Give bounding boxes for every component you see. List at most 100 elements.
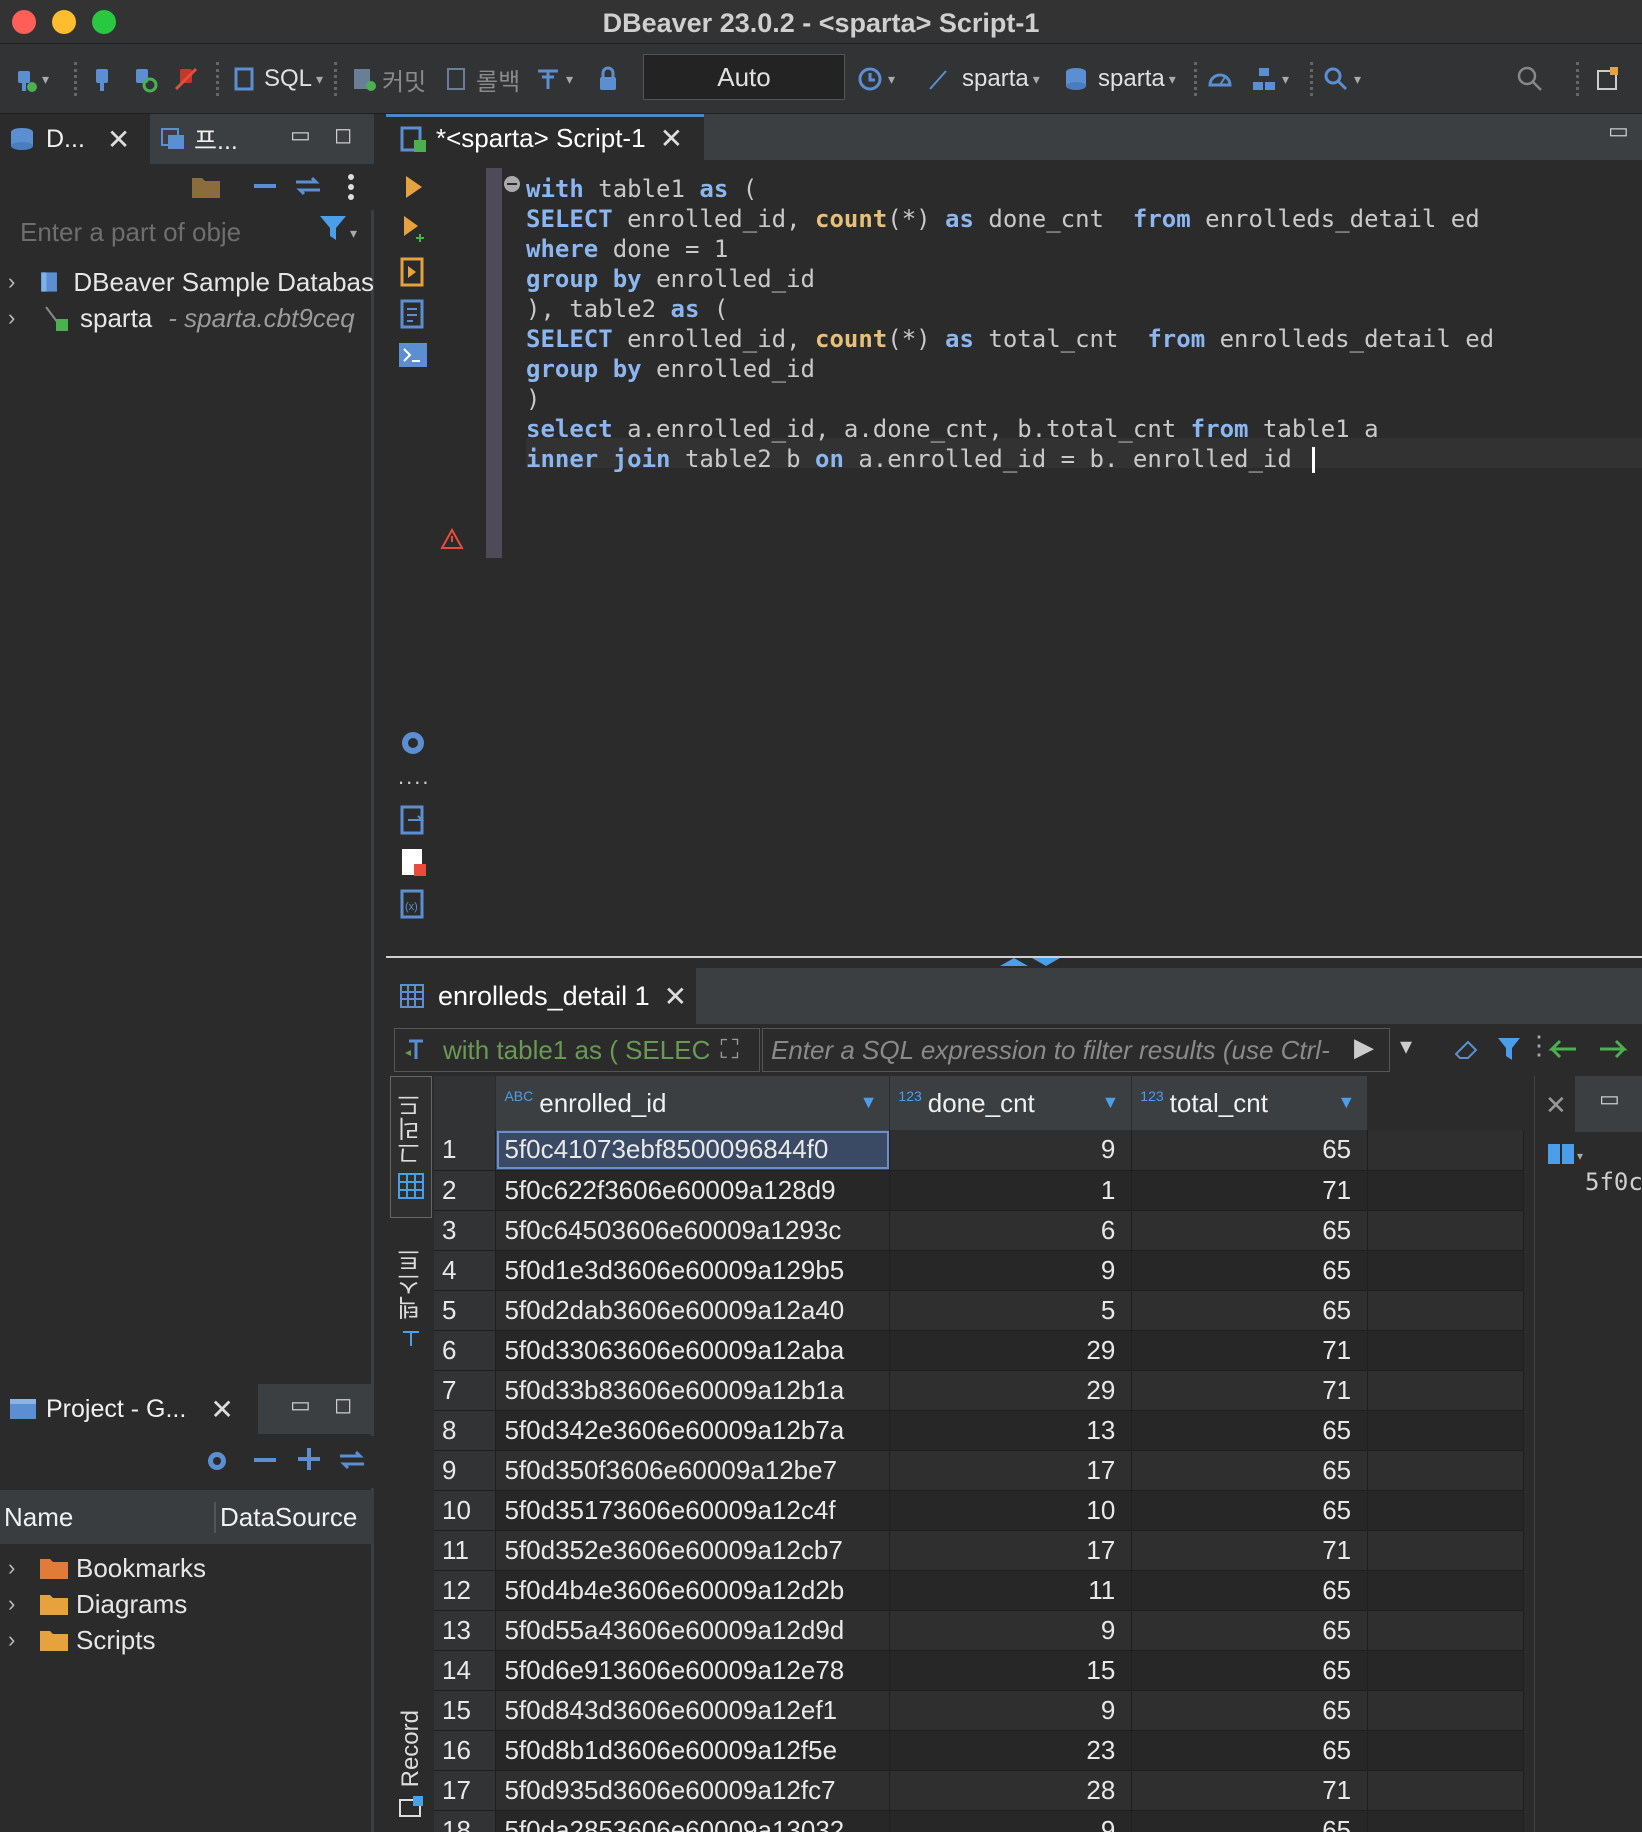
- dashboard-button[interactable]: [1206, 62, 1234, 96]
- table-row[interactable]: 13 5f0d55a43606e60009a12d9d 9 65: [434, 1610, 1524, 1651]
- cell-total-cnt[interactable]: 65: [1131, 1810, 1369, 1832]
- code-line[interactable]: select a.enrolled_id, a.done_cnt, b.tota…: [526, 414, 1494, 444]
- column-header-total-cnt[interactable]: 123 total_cnt ▼: [1131, 1076, 1369, 1130]
- project-item-bookmarks[interactable]: › Bookmarks: [0, 1550, 206, 1586]
- close-tab-icon[interactable]: ✕: [660, 122, 683, 155]
- row-number[interactable]: 7: [434, 1370, 497, 1411]
- erd-button[interactable]: ▾: [1250, 62, 1289, 96]
- table-row[interactable]: 14 5f0d6e913606e60009a12e78 15 65: [434, 1650, 1524, 1691]
- table-row[interactable]: 12 5f0d4b4e3606e60009a12d2b 11 65: [434, 1570, 1524, 1611]
- new-connection-button[interactable]: ▾: [10, 62, 49, 96]
- cell-enrolled-id[interactable]: 5f0c622f3606e60009a128d9: [495, 1170, 891, 1211]
- row-number[interactable]: 1: [434, 1130, 497, 1171]
- expand-icon[interactable]: ⛶: [720, 1034, 738, 1066]
- table-row[interactable]: 3 5f0c64503606e60009a1293c 6 65: [434, 1210, 1524, 1251]
- minimize-icon[interactable]: ▭: [290, 1392, 311, 1418]
- cell-done-cnt[interactable]: 23: [889, 1730, 1133, 1771]
- maximize-icon[interactable]: ◻: [334, 122, 352, 148]
- cell-done-cnt[interactable]: 9: [889, 1690, 1133, 1731]
- settings-gear-icon[interactable]: [396, 726, 430, 760]
- disconnect-button[interactable]: [172, 62, 200, 96]
- filter-settings-icon[interactable]: [1496, 1034, 1522, 1064]
- table-row[interactable]: 17 5f0d935d3606e60009a12fc7 28 71: [434, 1770, 1524, 1811]
- cell-enrolled-id[interactable]: 5f0da2853606e60009a13032: [495, 1810, 891, 1832]
- cell-done-cnt[interactable]: 15: [889, 1650, 1133, 1691]
- cell-total-cnt[interactable]: 65: [1131, 1730, 1369, 1771]
- back-arrow-icon[interactable]: [1546, 1036, 1590, 1062]
- cell-done-cnt[interactable]: 6: [889, 1210, 1133, 1251]
- cell-enrolled-id[interactable]: 5f0c64503606e60009a1293c: [495, 1210, 891, 1251]
- code-line[interactable]: group by enrolled_id: [526, 354, 1494, 384]
- add-icon[interactable]: [296, 1446, 322, 1472]
- active-schema-select[interactable]: sparta ▾: [1062, 62, 1176, 96]
- cell-done-cnt[interactable]: 5: [889, 1290, 1133, 1331]
- tab-projects[interactable]: 프...: [156, 114, 266, 164]
- cell-total-cnt[interactable]: 71: [1131, 1170, 1369, 1211]
- row-number[interactable]: 17: [434, 1770, 497, 1811]
- variables-icon[interactable]: (x): [398, 888, 428, 920]
- gear-icon[interactable]: [202, 1446, 232, 1476]
- cell-enrolled-id[interactable]: 5f0d8b1d3606e60009a12f5e: [495, 1730, 891, 1771]
- execute-statement-icon[interactable]: [402, 174, 426, 200]
- close-panel-icon[interactable]: ✕: [1545, 1090, 1567, 1121]
- cell-done-cnt[interactable]: 9: [889, 1130, 1133, 1171]
- view-menu-icon[interactable]: [346, 172, 356, 202]
- project-item-diagrams[interactable]: › Diagrams: [0, 1586, 187, 1622]
- column-header-name[interactable]: Name: [0, 1501, 216, 1533]
- cell-done-cnt[interactable]: 28: [889, 1770, 1133, 1811]
- column-header-enrolled-id[interactable]: ABC enrolled_id ▼: [495, 1076, 891, 1130]
- tab-sql-script[interactable]: *<sparta> Script-1 ✕: [386, 114, 704, 160]
- tab-project[interactable]: Project - G... ✕: [0, 1384, 258, 1434]
- code-line[interactable]: with table1 as (: [526, 174, 1494, 204]
- row-number[interactable]: 10: [434, 1490, 497, 1531]
- tab-grid-view[interactable]: 그리드: [390, 1076, 432, 1218]
- cell-total-cnt[interactable]: 65: [1131, 1490, 1369, 1531]
- tree-item-sample-database[interactable]: › DBeaver Sample Databas: [0, 264, 374, 300]
- cell-enrolled-id[interactable]: 5f0d2dab3606e60009a12a40: [495, 1290, 891, 1331]
- explain-plan-icon[interactable]: [398, 298, 428, 330]
- tree-item-sparta[interactable]: › sparta - sparta.cbt9ceq: [0, 300, 374, 336]
- close-tab-icon[interactable]: ✕: [107, 123, 130, 156]
- row-number[interactable]: 14: [434, 1650, 497, 1691]
- lock-button[interactable]: [594, 62, 622, 96]
- cell-done-cnt[interactable]: 9: [889, 1610, 1133, 1651]
- cell-enrolled-id[interactable]: 5f0d935d3606e60009a12fc7: [495, 1770, 891, 1811]
- row-number[interactable]: 16: [434, 1730, 497, 1771]
- cell-enrolled-id[interactable]: 5f0d6e913606e60009a12e78: [495, 1650, 891, 1691]
- cell-enrolled-id[interactable]: 5f0d33b83606e60009a12b1a: [495, 1370, 891, 1411]
- apply-filter-icon[interactable]: ▶: [1354, 1032, 1374, 1063]
- editor-results-splitter[interactable]: [386, 956, 1642, 968]
- eraser-icon[interactable]: [1452, 1034, 1482, 1064]
- execute-new-tab-icon[interactable]: [400, 214, 428, 244]
- table-row[interactable]: 11 5f0d352e3606e60009a12cb7 17 71: [434, 1530, 1524, 1571]
- minimize-icon[interactable]: ▭: [290, 122, 311, 148]
- minimize-icon[interactable]: ▭: [1599, 1086, 1620, 1112]
- transaction-mode-select[interactable]: Auto: [643, 54, 845, 100]
- cell-enrolled-id[interactable]: 5f0d1e3d3606e60009a129b5: [495, 1250, 891, 1291]
- table-row[interactable]: 7 5f0d33b83606e60009a12b1a 29 71: [434, 1370, 1524, 1411]
- row-number[interactable]: 18: [434, 1810, 497, 1832]
- cell-enrolled-id[interactable]: 5f0c41073ebf8500096844f0: [495, 1130, 891, 1171]
- cell-total-cnt[interactable]: 65: [1131, 1290, 1369, 1331]
- cell-done-cnt[interactable]: 9: [889, 1250, 1133, 1291]
- cell-enrolled-id[interactable]: 5f0d843d3606e60009a12ef1: [495, 1690, 891, 1731]
- cell-enrolled-id[interactable]: 5f0d35173606e60009a12c4f: [495, 1490, 891, 1531]
- chevron-right-icon[interactable]: ›: [0, 1555, 26, 1581]
- cell-done-cnt[interactable]: 10: [889, 1490, 1133, 1531]
- results-filter-input[interactable]: Enter a SQL expression to filter results…: [762, 1028, 1390, 1072]
- chevron-right-icon[interactable]: ›: [0, 1591, 26, 1617]
- cell-enrolled-id[interactable]: 5f0d342e3606e60009a12b7a: [495, 1410, 891, 1451]
- maximize-icon[interactable]: ◻: [334, 1392, 352, 1418]
- table-row[interactable]: 4 5f0d1e3d3606e60009a129b5 9 65: [434, 1250, 1524, 1291]
- table-row[interactable]: 8 5f0d342e3606e60009a12b7a 13 65: [434, 1410, 1524, 1451]
- table-row[interactable]: 16 5f0d8b1d3606e60009a12f5e 23 65: [434, 1730, 1524, 1771]
- code-line[interactable]: SELECT enrolled_id, count(*) as total_cn…: [526, 324, 1494, 354]
- table-row[interactable]: 2 5f0c622f3606e60009a128d9 1 71: [434, 1170, 1524, 1211]
- project-item-scripts[interactable]: › Scripts: [0, 1622, 155, 1658]
- cell-total-cnt[interactable]: 71: [1131, 1370, 1369, 1411]
- chevron-right-icon[interactable]: ›: [0, 1627, 26, 1653]
- rollback-button[interactable]: 롤백: [444, 62, 520, 96]
- cell-enrolled-id[interactable]: 5f0d350f3606e60009a12be7: [495, 1450, 891, 1491]
- column-header-datasource[interactable]: DataSource: [216, 1502, 357, 1533]
- global-search-button[interactable]: [1516, 62, 1544, 96]
